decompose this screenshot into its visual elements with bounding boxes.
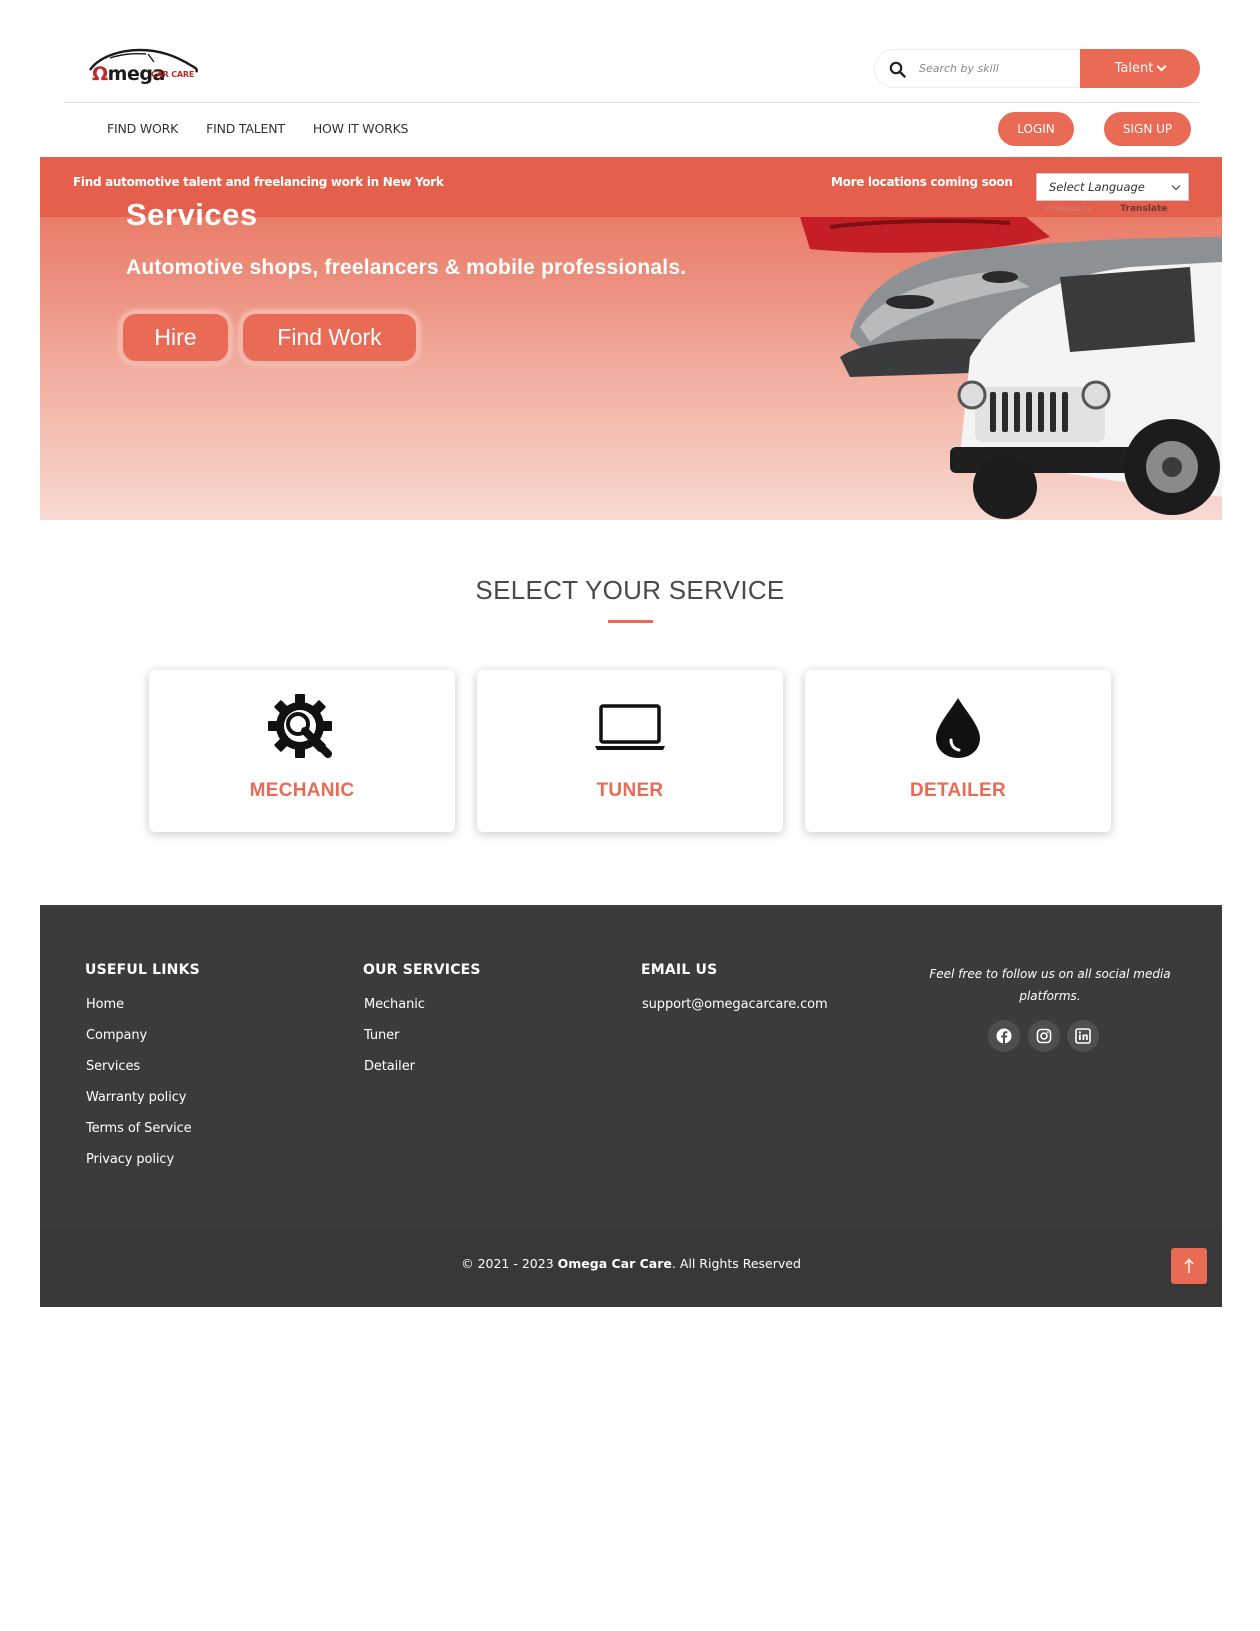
brand-logo[interactable]: Ωmega CAR CARE	[88, 44, 200, 88]
logo-subtext: CAR CARE	[151, 70, 195, 79]
facebook-icon[interactable]	[988, 1020, 1020, 1052]
translate-link[interactable]: Translate	[1120, 204, 1167, 214]
language-select[interactable]: Select Language	[1036, 173, 1189, 201]
service-card-label: MECHANIC	[249, 780, 355, 801]
service-card-tuner[interactable]: TUNER	[477, 670, 783, 832]
footer-link-services[interactable]: Services	[86, 1059, 140, 1074]
login-button[interactable]: LOGIN	[998, 112, 1074, 146]
footer-link-privacy-policy[interactable]: Privacy policy	[86, 1152, 174, 1167]
signup-button[interactable]: SIGN UP	[1104, 112, 1191, 146]
footer: USEFUL LINKS Home Company Services Warra…	[40, 905, 1222, 1307]
footer-link-warranty-policy[interactable]: Warranty policy	[86, 1090, 186, 1105]
logo-omega-glyph: Ω	[92, 63, 108, 85]
footer-link-home[interactable]: Home	[86, 997, 124, 1012]
powered-by-translate: Powered by Translate	[1046, 204, 1167, 214]
footer-link-detailer[interactable]: Detailer	[364, 1059, 415, 1074]
promo-text-left: Find automotive talent and freelancing w…	[73, 175, 444, 189]
water-drop-icon	[936, 698, 980, 758]
search-input[interactable]	[919, 50, 1077, 87]
hero-banner: Find automotive talent and freelancing w…	[40, 157, 1222, 520]
social-follow-text: Feel free to follow us on all social med…	[929, 967, 1171, 1003]
footer-link-company[interactable]: Company	[86, 1028, 147, 1043]
chevron-down-icon	[1156, 61, 1167, 72]
copyright-suffix: . All Rights Reserved	[671, 1256, 801, 1271]
search-box	[874, 49, 1081, 88]
footer-email-link[interactable]: support@omegacarcare.com	[642, 997, 828, 1012]
useful-links-title: USEFUL LINKS	[85, 962, 200, 978]
scroll-to-top-button[interactable]	[1171, 1248, 1207, 1284]
our-services-title: OUR SERVICES	[363, 962, 481, 978]
find-work-button[interactable]: Find Work	[240, 311, 419, 364]
service-card-label: TUNER	[596, 780, 664, 801]
search-icon[interactable]	[889, 61, 906, 78]
laptop-icon	[595, 704, 665, 750]
facebook-glyph	[996, 1028, 1012, 1044]
promo-text-right: More locations coming soon	[831, 175, 1013, 189]
copyright-text: © 2021 - 2023 Omega Car Care. All Rights…	[40, 1256, 1222, 1271]
footer-bottom-bar: © 2021 - 2023 Omega Car Care. All Rights…	[40, 1230, 1222, 1307]
language-select-value: Select Language	[1049, 180, 1145, 194]
main-nav: FIND WORK FIND TALENT HOW IT WORKS	[107, 121, 436, 136]
instagram-glyph	[1036, 1028, 1052, 1044]
talent-dropdown-button[interactable]: Talent	[1080, 49, 1200, 88]
arrow-up-icon	[1184, 1258, 1194, 1273]
copyright-brand: Omega Car Care	[557, 1256, 672, 1271]
title-underline	[608, 620, 653, 623]
footer-link-tuner[interactable]: Tuner	[364, 1028, 399, 1043]
gear-wrench-icon	[268, 694, 332, 758]
nav-find-work[interactable]: FIND WORK	[107, 121, 178, 136]
footer-link-mechanic[interactable]: Mechanic	[364, 997, 425, 1012]
service-card-detailer[interactable]: DETAILER	[805, 670, 1111, 832]
footer-link-terms-of-service[interactable]: Terms of Service	[86, 1121, 192, 1136]
linkedin-glyph	[1075, 1028, 1091, 1044]
service-card-mechanic[interactable]: MECHANIC	[149, 670, 455, 832]
talent-dropdown-label: Talent	[1114, 61, 1154, 76]
hero-title: Services	[126, 197, 258, 232]
copyright-prefix: © 2021 - 2023	[461, 1256, 554, 1271]
email-us-title: EMAIL US	[641, 962, 718, 978]
powered-by-label: Powered by	[1046, 204, 1093, 213]
hire-button[interactable]: Hire	[120, 311, 231, 364]
linkedin-icon[interactable]	[1067, 1020, 1099, 1052]
chevron-down-icon	[1171, 181, 1181, 191]
nav-find-talent[interactable]: FIND TALENT	[206, 121, 285, 136]
section-title: SELECT YOUR SERVICE	[475, 575, 785, 605]
hero-subtitle: Automotive shops, freelancers & mobile p…	[126, 256, 687, 279]
instagram-icon[interactable]	[1028, 1020, 1060, 1052]
header-divider	[63, 102, 1199, 103]
service-card-label: DETAILER	[910, 780, 1006, 801]
nav-how-it-works[interactable]: HOW IT WORKS	[313, 121, 409, 136]
